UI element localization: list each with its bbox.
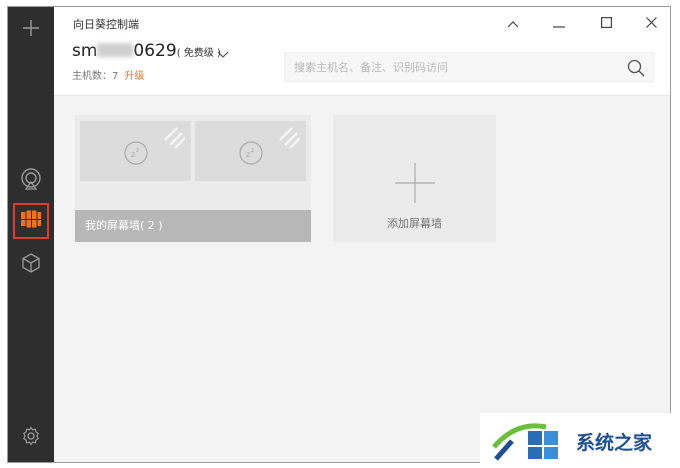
maximize-icon xyxy=(600,13,612,32)
plus-icon xyxy=(395,163,435,203)
watermark-logo: 系统之家 xyxy=(480,413,675,465)
redacted-name xyxy=(97,43,134,57)
minimize-icon xyxy=(553,13,565,32)
screen-wall-icon xyxy=(20,209,42,233)
close-icon xyxy=(645,13,657,32)
svg-text:z: z xyxy=(131,150,135,159)
stripes-icon xyxy=(278,126,301,149)
add-screen-wall-button[interactable]: 添加屏幕墙 xyxy=(333,115,496,242)
sidebar-item-remote[interactable] xyxy=(14,164,48,198)
svg-text:z: z xyxy=(136,147,139,154)
settings-button[interactable] xyxy=(14,421,48,455)
user-name[interactable]: sm 0629( 免费级 ) xyxy=(72,41,221,61)
sleep-icon: z z xyxy=(238,140,264,166)
search-box xyxy=(284,52,654,82)
svg-text:z: z xyxy=(246,150,250,159)
search-icon[interactable] xyxy=(627,59,645,77)
maximize-button[interactable] xyxy=(597,13,615,31)
sidebar xyxy=(8,7,54,462)
upgrade-link[interactable]: 升级 xyxy=(124,71,144,82)
user-name-suffix: 0629 xyxy=(133,41,177,61)
collapse-button[interactable] xyxy=(504,13,522,31)
header: 向日葵控制端 sm 0629( 免费级 ) 主机数：7 升级 搜索主机名、备注、… xyxy=(54,7,670,96)
sleep-icon: z z xyxy=(123,140,149,166)
chevron-down-icon[interactable] xyxy=(217,44,231,58)
add-button[interactable] xyxy=(14,13,48,47)
user-name-prefix: sm xyxy=(72,41,98,61)
host-count: 主机数：7 xyxy=(72,71,119,82)
search-input[interactable] xyxy=(285,53,614,81)
sidebar-item-screen-wall[interactable] xyxy=(13,203,49,239)
account-tier: ( 免费级 ) xyxy=(176,48,221,59)
plus-icon xyxy=(21,18,41,42)
cube-icon xyxy=(20,252,42,278)
app-title: 向日葵控制端 xyxy=(73,18,139,31)
stripes-icon xyxy=(163,126,186,149)
screen-wall-card[interactable]: z z z z 我的屏幕墙(2) xyxy=(75,115,311,242)
minimize-button[interactable] xyxy=(550,13,568,31)
close-button[interactable] xyxy=(642,13,660,31)
watermark-emblem-icon xyxy=(492,423,558,461)
watermark-text: 系统之家 xyxy=(576,432,653,454)
screen-wall-label: 我的屏幕墙( 2 ) xyxy=(75,210,311,242)
wall-thumbnail: z z xyxy=(195,121,306,181)
add-screen-wall-label: 添加屏幕墙 xyxy=(387,217,442,230)
remote-icon xyxy=(19,167,43,195)
settings-icon xyxy=(21,426,41,450)
wall-thumbnail: z z xyxy=(80,121,191,181)
chevron-up-icon xyxy=(507,13,519,32)
svg-text:z: z xyxy=(251,147,254,154)
app-window: 向日葵控制端 sm 0629( 免费级 ) 主机数：7 升级 搜索主机名、备注、… xyxy=(7,6,671,463)
sidebar-item-cube[interactable] xyxy=(14,248,48,282)
host-count-line: 主机数：7 升级 xyxy=(72,67,144,82)
